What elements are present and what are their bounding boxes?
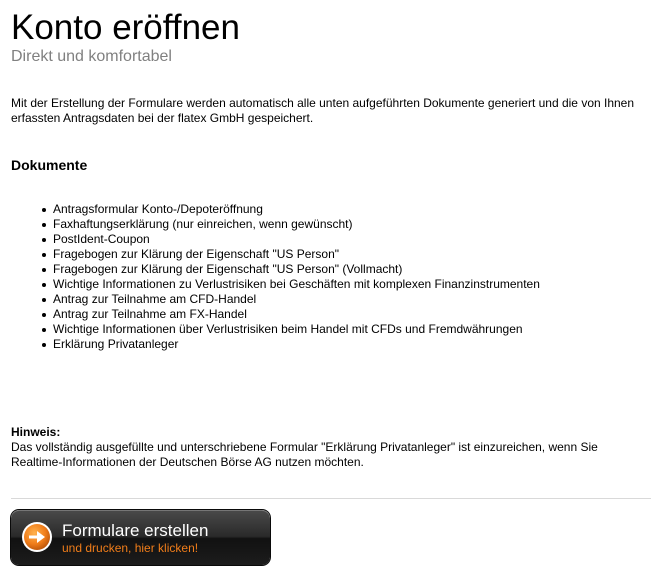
intro-text: Mit der Erstellung der Formulare werden …: [11, 96, 635, 125]
list-item: Antrag zur Teilnahme am FX-Handel: [42, 307, 540, 322]
list-item: PostIdent-Coupon: [42, 232, 540, 247]
hint-label: Hinweis:: [11, 425, 61, 439]
hint-box: Hinweis: Das vollständig ausgefüllte und…: [11, 425, 651, 470]
list-item: Wichtige Informationen zu Verlustrisiken…: [42, 277, 540, 291]
list-item: Faxhaftungserklärung (nur einreichen, we…: [42, 217, 540, 232]
page-subtitle: Direkt und komfortabel: [11, 48, 172, 65]
list-item: Antragsformular Konto-/Depoteröffnung: [42, 202, 540, 217]
create-forms-button[interactable]: Formulare erstellen und drucken, hier kl…: [11, 510, 270, 565]
list-item: Fragebogen zur Klärung der Eigenschaft "…: [42, 247, 540, 262]
list-item: Fragebogen zur Klärung der Eigenschaft "…: [42, 262, 540, 277]
list-item: Erklärung Privatanleger: [42, 337, 540, 352]
create-forms-label: Formulare erstellen: [62, 521, 209, 540]
page-title: Konto eröffnen: [11, 8, 240, 47]
list-item: Wichtige Informationen über Verlustrisik…: [42, 322, 540, 337]
documents-list: Antragsformular Konto-/Depoteröffnung Fa…: [11, 202, 540, 352]
divider: [11, 498, 651, 499]
documents-heading: Dokumente: [11, 157, 88, 173]
create-forms-sublabel: und drucken, hier klicken!: [62, 541, 199, 555]
arrow-right-circle-icon: [22, 522, 52, 552]
hint-text: Das vollständig ausgefüllte und untersch…: [11, 440, 598, 469]
list-item: Antrag zur Teilnahme am CFD-Handel: [42, 292, 540, 307]
